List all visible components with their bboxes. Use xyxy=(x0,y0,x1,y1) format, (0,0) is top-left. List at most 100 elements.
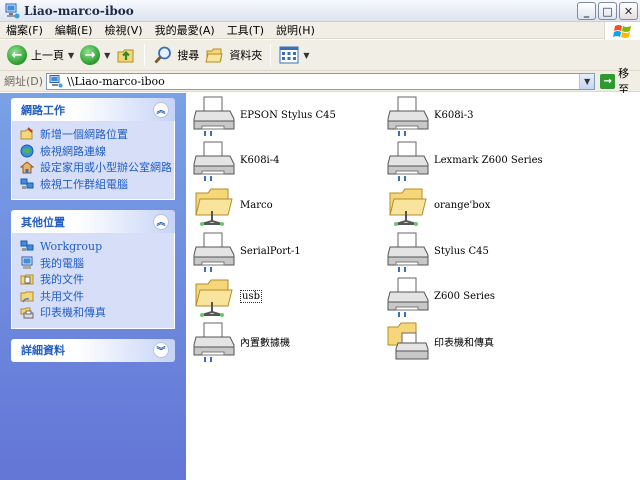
network-tasks-header[interactable]: 網路工作 ︽ xyxy=(11,98,175,121)
network-tasks-list: 新增一個網路位置 檢視網路連線 設定家用或小型辦公室網路 檢視工作群組電腦 xyxy=(11,121,175,200)
go-arrow-icon: → xyxy=(600,73,616,89)
forward-dropdown-icon[interactable]: ▼ xyxy=(104,51,110,60)
details-header[interactable]: 詳細資料 ︾ xyxy=(11,338,175,362)
file-item[interactable]: 內置數據機 xyxy=(192,319,290,363)
file-label: 內置數據機 xyxy=(240,337,290,349)
task-home-network[interactable]: 設定家用或小型辦公室網路 xyxy=(20,159,172,176)
details-panel: 詳細資料 ︾ xyxy=(11,338,175,362)
file-label: Stylus C45 xyxy=(434,245,489,257)
file-item[interactable]: Marco xyxy=(192,183,273,227)
views-dropdown-icon[interactable]: ▼ xyxy=(303,51,309,60)
forward-button[interactable]: → ▼ xyxy=(77,42,113,68)
file-item[interactable]: K608i-4 xyxy=(192,138,280,182)
network-computer-icon xyxy=(49,74,63,87)
windows-logo-icon xyxy=(604,22,640,40)
maximize-button[interactable]: □ xyxy=(598,2,617,20)
menu-file[interactable]: 檔案(F) xyxy=(0,22,49,38)
printer-icon xyxy=(387,277,429,317)
file-item[interactable]: 印表機和傳真 xyxy=(386,319,494,363)
back-arrow-icon: ← xyxy=(7,45,27,65)
home-network-icon xyxy=(20,161,34,174)
close-button[interactable]: ✕ xyxy=(619,2,638,20)
file-item[interactable]: SerialPort-1 xyxy=(192,229,301,273)
place-label: 共用文件 xyxy=(40,289,84,303)
network-computer-icon xyxy=(5,3,20,18)
minimize-button[interactable]: _ xyxy=(577,2,596,20)
back-button[interactable]: ← 上一頁 ▼ xyxy=(4,42,77,68)
title-bar[interactable]: Liao-marco-iboo _ □ ✕ xyxy=(0,0,640,22)
place-shared-documents[interactable]: 共用文件 xyxy=(20,288,166,305)
file-view: EPSON Stylus C45 K608i-3 K608i-4 Lexmark… xyxy=(186,93,640,480)
address-dropdown-icon[interactable]: ▼ xyxy=(579,73,595,89)
address-value: \\Liao-marco-iboo xyxy=(67,74,165,88)
panel-title: 詳細資料 xyxy=(21,344,65,357)
task-add-network-place[interactable]: 新增一個網路位置 xyxy=(20,126,166,143)
collapse-icon[interactable]: ︽ xyxy=(153,101,169,118)
forward-arrow-icon: → xyxy=(80,45,101,65)
place-workgroup[interactable]: Workgroup xyxy=(20,238,166,255)
other-places-header[interactable]: 其他位置 ︽ xyxy=(11,210,175,233)
file-item[interactable]: Z600 Series xyxy=(386,274,495,318)
file-item[interactable]: EPSON Stylus C45 xyxy=(192,93,336,137)
file-label: K608i-3 xyxy=(434,109,474,121)
up-folder-icon xyxy=(117,49,134,63)
menu-view[interactable]: 檢視(V) xyxy=(98,22,148,38)
file-label: usb xyxy=(240,289,262,303)
file-item[interactable]: Stylus C45 xyxy=(386,229,489,273)
shared-folder-icon xyxy=(195,279,233,317)
place-my-computer[interactable]: 我的電腦 xyxy=(20,255,166,272)
printer-icon xyxy=(193,141,235,181)
views-button[interactable]: ▼ xyxy=(276,42,312,68)
menu-tools[interactable]: 工具(T) xyxy=(221,22,270,38)
file-item[interactable]: Lexmark Z600 Series xyxy=(386,138,543,182)
network-connections-icon xyxy=(20,144,34,158)
address-input[interactable]: \\Liao-marco-iboo ▼ xyxy=(46,72,596,90)
task-workgroup-computers[interactable]: 檢視工作群組電腦 xyxy=(20,176,166,193)
file-label: 印表機和傳真 xyxy=(434,337,494,349)
place-label: 我的電腦 xyxy=(40,256,84,270)
my-computer-icon xyxy=(21,256,33,269)
folders-button[interactable]: 資料夾 xyxy=(202,42,265,68)
search-button[interactable]: 搜尋 xyxy=(150,42,202,68)
menu-help[interactable]: 說明(H) xyxy=(270,22,321,38)
toolbar: ← 上一頁 ▼ → ▼ 搜尋 資料夾 ▼ xyxy=(0,40,640,71)
printers-folder-icon xyxy=(387,322,429,360)
task-label: 檢視網路連線 xyxy=(40,144,106,158)
menu-bar: 檔案(F) 編輯(E) 檢視(V) 我的最愛(A) 工具(T) 說明(H) xyxy=(0,22,640,39)
shared-folder-icon xyxy=(389,188,427,226)
menu-favorites[interactable]: 我的最愛(A) xyxy=(149,22,221,38)
file-item[interactable]: orange'box xyxy=(386,183,490,227)
menu-edit[interactable]: 編輯(E) xyxy=(49,22,99,38)
expand-icon[interactable]: ︾ xyxy=(153,342,169,358)
toolbar-separator xyxy=(270,44,272,66)
printer-icon xyxy=(387,141,429,181)
printer-icon xyxy=(387,96,429,136)
task-label: 檢視工作群組電腦 xyxy=(40,177,128,191)
address-bar: 網址(D) \\Liao-marco-iboo ▼ → 移至 xyxy=(0,67,640,96)
printer-icon xyxy=(193,232,235,272)
task-pane: 網路工作 ︽ 新增一個網路位置 檢視網路連線 設定家用或小型辦公室網路 檢視工作… xyxy=(0,93,186,480)
place-label: 印表機和傳真 xyxy=(40,306,106,320)
printer-icon xyxy=(193,96,235,136)
network-tasks-panel: 網路工作 ︽ 新增一個網路位置 檢視網路連線 設定家用或小型辦公室網路 檢視工作… xyxy=(11,98,175,200)
place-printers-faxes[interactable]: 印表機和傳真 xyxy=(20,304,166,321)
search-label: 搜尋 xyxy=(177,49,200,62)
place-my-documents[interactable]: 我的文件 xyxy=(20,271,166,288)
shared-folder-icon xyxy=(195,188,233,226)
up-folder-button[interactable] xyxy=(113,42,139,68)
folders-icon xyxy=(205,48,223,63)
my-documents-icon xyxy=(20,274,34,285)
shared-documents-icon xyxy=(20,291,34,303)
collapse-icon[interactable]: ︽ xyxy=(153,213,169,230)
task-network-connections[interactable]: 檢視網路連線 xyxy=(20,143,166,160)
place-label: Workgroup xyxy=(40,239,103,253)
file-label: Lexmark Z600 Series xyxy=(434,154,543,166)
add-network-place-icon xyxy=(20,127,33,140)
file-label: orange'box xyxy=(434,199,491,211)
file-label: K608i-4 xyxy=(240,154,280,166)
printer-icon xyxy=(387,232,429,272)
back-dropdown-icon[interactable]: ▼ xyxy=(68,51,74,60)
address-label: 網址(D) xyxy=(4,75,44,88)
file-item[interactable]: K608i-3 xyxy=(386,93,474,137)
file-item[interactable]: usb xyxy=(192,274,262,318)
